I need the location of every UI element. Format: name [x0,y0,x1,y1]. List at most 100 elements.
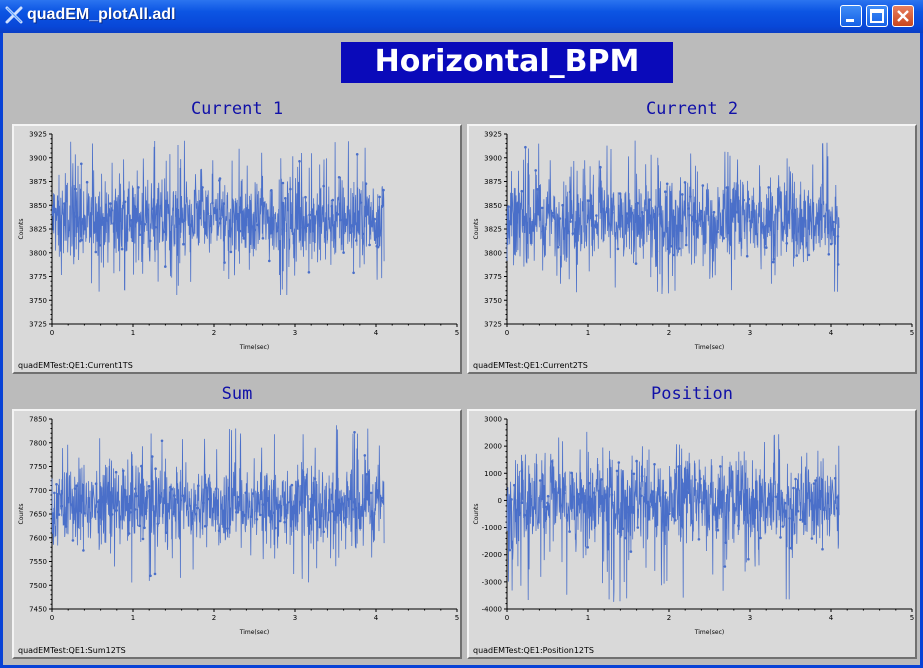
data-point [204,232,207,235]
data-point [788,517,791,520]
y-tick-label: -3000 [482,578,502,586]
data-point [697,538,701,541]
data-point [226,527,229,530]
data-point [129,511,132,514]
data-point [836,263,840,266]
data-point [373,217,377,221]
data-point [507,205,510,208]
data-point [69,503,73,506]
data-point [592,491,596,495]
data-point [794,477,797,481]
x-tick-label: 4 [374,614,379,622]
data-point [808,499,812,502]
strip-chart-position[interactable]: 3000 2000 1000 0 -1000 -2000 -3000 -4000 0 1 2 3 4 5 T… [467,409,917,659]
data-point [735,211,739,214]
data-point [382,188,385,192]
data-point [700,217,703,221]
data-point [540,206,544,210]
data-point [298,160,301,163]
data-point [204,486,208,489]
y-axis-label: Counts [473,219,480,240]
data-point [810,537,814,540]
data-point [792,486,795,490]
x-tick-label: 1 [131,329,135,337]
strip-chart-current2[interactable]: 3925 3900 3875 3850 3825 3800 3775 3750 3725 0 1 2 3… [467,124,917,374]
strip-chart-sum[interactable]: 7850 7800 7750 7700 7650 7600 7550 7500 7450 0 1 2 3… [12,409,462,659]
data-point [336,499,339,502]
data-point [641,211,644,214]
chart-svg: 7850 7800 7750 7700 7650 7600 7550 7500 74500 1 2 3… [18,416,459,637]
data-point [607,532,610,536]
data-point [556,245,560,249]
data-point [80,162,83,166]
data-point [621,527,624,530]
data-point [520,469,524,473]
data-point [94,229,98,233]
data-point [772,258,776,261]
data-point [691,216,694,219]
data-point [194,512,198,516]
data-point [109,202,112,205]
y-tick-label: 3750 [29,297,47,305]
x-tick-label: 4 [374,329,379,337]
data-point [173,494,176,497]
data-point [124,235,127,239]
data-point [138,524,141,528]
data-point [359,201,363,204]
data-point [219,221,222,225]
data-point [143,222,147,226]
x-tick-label: 1 [131,614,135,622]
plot-title-current1: Current 1 [190,99,284,119]
chart-svg: 3000200010000-1000-2000-3000-40000 1 2 3 4 5T… [473,416,914,637]
data-point [380,496,383,500]
data-point [127,503,131,506]
data-point [151,207,155,210]
data-point [206,212,210,215]
data-point [261,503,264,506]
data-point [611,501,614,505]
data-point [629,550,633,553]
data-point [60,504,63,508]
data-point [162,501,166,505]
data-point [149,574,152,578]
x-tick-label: 3 [293,329,297,337]
x-tick-label: 0 [505,329,509,337]
data-point [318,525,322,529]
data-point [355,239,358,242]
data-point [131,239,134,243]
data-point [765,246,768,249]
data-point [571,232,575,235]
y-tick-label: -1000 [482,524,502,532]
data-point [182,242,185,246]
data-point [144,509,148,513]
data-point [156,522,160,526]
data-point [174,498,177,501]
y-tick-label: 3725 [484,321,502,329]
plot-title-position: Position [651,384,733,404]
data-point [64,525,68,528]
x-tick-label: 1 [586,329,590,337]
data-point [337,176,341,179]
data-point [135,494,138,498]
data-point [125,228,129,231]
x-tick-label: 5 [455,614,459,622]
data-point [595,214,598,217]
data-point [520,501,524,504]
maximize-button[interactable] [866,5,888,27]
data-point [731,214,734,217]
plot-title-current2: Current 2 [645,99,739,119]
data-point [665,182,669,186]
data-point [836,496,839,499]
minimize-button[interactable] [840,5,862,27]
close-button[interactable] [892,5,914,27]
data-point [330,205,334,208]
data-point [172,510,176,514]
data-point [747,197,750,201]
data-point [342,219,346,222]
title-bar[interactable]: quadEM_plotAll.adl [0,0,923,33]
strip-chart-current1[interactable]: 3925 3900 3875 3850 3825 3800 3775 3750 3725 0 1 2 3… [12,124,462,374]
data-point [213,211,216,215]
data-point [677,247,681,250]
data-point [833,477,837,480]
data-point [767,186,770,189]
